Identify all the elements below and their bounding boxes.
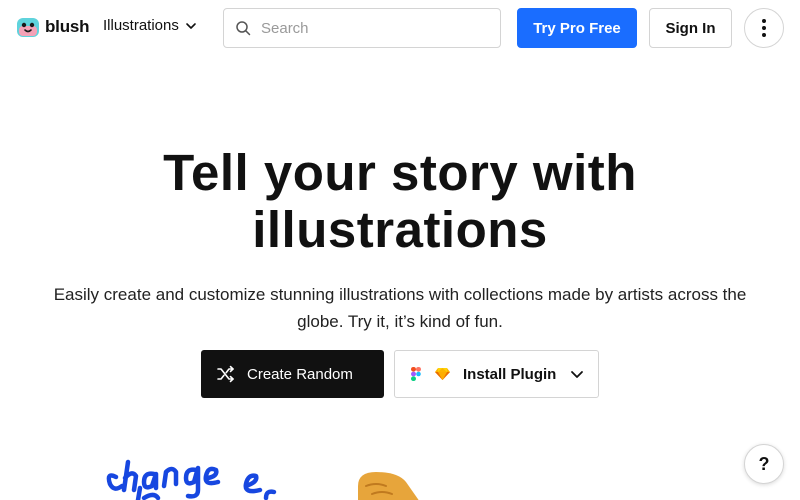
- illustrations-menu[interactable]: Illustrations: [103, 17, 197, 34]
- more-vertical-icon: [762, 19, 766, 37]
- brand-logo[interactable]: blush: [16, 15, 90, 39]
- sketch-icon: [435, 368, 450, 380]
- install-plugin-label: Install Plugin: [463, 365, 557, 383]
- create-random-label: Create Random: [247, 365, 353, 383]
- chevron-down-icon: [571, 371, 584, 378]
- search-input[interactable]: [261, 19, 481, 37]
- search-icon: [236, 21, 251, 36]
- hero-title: Tell your story with illustrations: [163, 144, 637, 258]
- brand-name: blush: [45, 17, 90, 36]
- chevron-down-icon: [186, 22, 196, 29]
- hand-lettering-illustration: [106, 459, 277, 500]
- install-plugin-button[interactable]: Install Plugin: [394, 350, 599, 398]
- sign-in-button[interactable]: Sign In: [649, 8, 732, 48]
- illustrations-menu-label: Illustrations: [103, 17, 179, 34]
- search-box[interactable]: [223, 8, 501, 48]
- bread-illustration: [358, 472, 419, 500]
- create-random-button[interactable]: Create Random: [201, 350, 384, 398]
- shuffle-icon: [217, 365, 234, 383]
- top-navbar: blush Illustrations Try Pro Free Sign In: [0, 0, 800, 56]
- help-button[interactable]: ?: [744, 444, 784, 484]
- try-pro-free-button[interactable]: Try Pro Free: [517, 8, 637, 48]
- help-icon: ?: [758, 453, 770, 474]
- more-options-button[interactable]: [744, 8, 784, 48]
- hero-subtitle: Easily create and customize stunning ill…: [53, 285, 747, 331]
- figma-icon: [411, 367, 421, 381]
- blush-logo-icon: [17, 18, 39, 37]
